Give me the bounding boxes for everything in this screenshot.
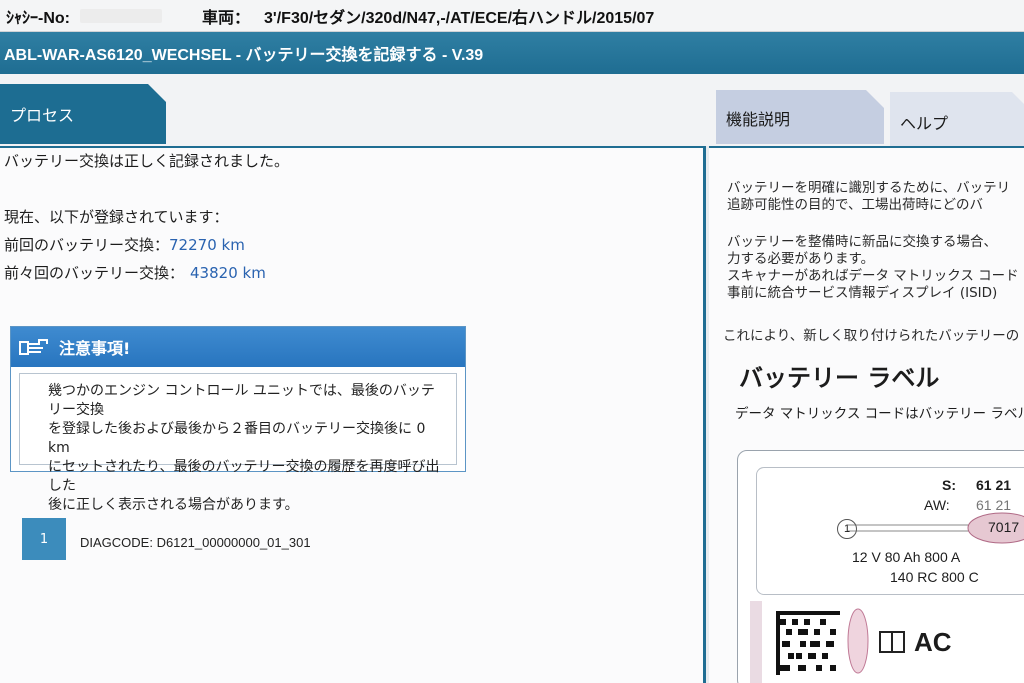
tab-row: プロセス 機能説明 ヘルプ bbox=[0, 74, 1024, 148]
description-line: バッテリーを整備時に新品に交換する場合、 bbox=[727, 234, 997, 250]
tab-help-label: ヘルプ bbox=[900, 114, 949, 133]
notice-title: 注意事項! bbox=[59, 339, 131, 358]
before-previous-replacement-label: 前々回のバッテリー交換： bbox=[4, 264, 185, 282]
description-line: 力する必要があります。 bbox=[727, 251, 875, 267]
description-line: スキャナーがあればデータ マトリックス コード bbox=[727, 268, 1019, 284]
vehicle-label: 車両： bbox=[202, 9, 251, 27]
battery-brand-partial: AC bbox=[914, 627, 952, 657]
notice-line: にセットされたり、最後のバッテリー交換の履歴を再度呼び出した bbox=[48, 459, 440, 494]
description-line: 追跡可能性の目的で、工場出荷時にどのバ bbox=[727, 197, 983, 213]
description-line: バッテリーを明確に識別するために、バッテリ bbox=[727, 180, 1011, 196]
figure-s-label: S: bbox=[942, 477, 956, 493]
figure-oval-value: 7017 bbox=[988, 519, 1020, 535]
vehicle-value: 3'/F30/セダン/320d/N47,-/AT/ECE/右ハンドル/2015/… bbox=[264, 9, 655, 27]
figure-s-value: 61 21 bbox=[976, 477, 1012, 493]
step-number-badge: 1 bbox=[22, 518, 66, 560]
notice-line: 幾つかのエンジン コントロール ユニットでは、最後のバッテリー交換 bbox=[48, 383, 435, 418]
before-previous-replacement-row: 前々回のバッテリー交換： 43820 km bbox=[4, 262, 266, 283]
book-icon bbox=[879, 631, 905, 653]
pointing-hand-icon bbox=[19, 339, 48, 355]
previous-replacement-row: 前回のバッテリー交換：72270 km bbox=[4, 234, 245, 255]
data-matrix-code-icon bbox=[750, 601, 869, 683]
vehicle-info-bar: ｼｬｼｰ-No: 車両： 3'/F30/セダン/320d/N47,-/AT/EC… bbox=[0, 0, 1024, 32]
tab-function-description[interactable]: 機能説明 bbox=[716, 90, 884, 144]
process-panel: バッテリー交換は正しく記録されました。 現在、以下が登録されています： 前回のバ… bbox=[0, 146, 706, 683]
battery-label-heading: バッテリー ラベル bbox=[739, 364, 940, 392]
figure-callout-number: 1 bbox=[837, 519, 857, 539]
battery-label-subtext: データ マトリックス コードはバッテリー ラベル bbox=[735, 406, 1024, 422]
previous-replacement-label: 前回のバッテリー交換： bbox=[4, 236, 170, 254]
previous-replacement-value: 72270 km bbox=[169, 236, 245, 254]
notice-box: 注意事項! 幾つかのエンジン コントロール ユニットでは、最後のバッテリー交換 … bbox=[10, 326, 466, 513]
tab-process-label: プロセス bbox=[10, 106, 75, 125]
diagcode-text: DIAGCODE: D6121_00000000_01_301 bbox=[80, 535, 311, 550]
tab-function-description-label: 機能説明 bbox=[726, 110, 791, 129]
notice-body: 幾つかのエンジン コントロール ユニットでは、最後のバッテリー交換 を登録した後… bbox=[19, 373, 457, 513]
description-line: 事前に統合サービス情報ディスプレイ (ISID) bbox=[727, 285, 998, 301]
registered-intro: 現在、以下が登録されています： bbox=[4, 208, 229, 226]
function-description-panel: バッテリーを明確に識別するために、バッテリ 追跡可能性の目的で、工場出荷時にどの… bbox=[709, 146, 1024, 683]
tab-help[interactable]: ヘルプ bbox=[890, 92, 1024, 148]
notice-line: 後に正しく表示される場合があります。 bbox=[48, 497, 299, 513]
status-message: バッテリー交換は正しく記録されました。 bbox=[4, 152, 290, 170]
chassis-label: ｼｬｼｰ-No: bbox=[6, 9, 70, 27]
before-previous-replacement-value: 43820 km bbox=[190, 264, 266, 282]
notice-line: を登録した後および最後から２番目のバッテリー交換後に 0 km bbox=[48, 421, 426, 456]
notice-header: 注意事項! bbox=[11, 327, 465, 367]
chassis-number-redacted bbox=[80, 8, 162, 23]
tab-process[interactable]: プロセス bbox=[0, 84, 166, 144]
figure-spec-line: 140 RC 800 C bbox=[890, 569, 979, 585]
window-title: ABL-WAR-AS6120_WECHSEL - バッテリー交換を記録する - … bbox=[4, 47, 484, 64]
figure-spec-line: 12 V 80 Ah 800 A bbox=[852, 549, 961, 565]
battery-label-figure: S: 61 21 AW: 61 21 1 7017 12 V 80 Ah 800… bbox=[737, 450, 1024, 683]
window-title-bar: ABL-WAR-AS6120_WECHSEL - バッテリー交換を記録する - … bbox=[0, 32, 1024, 74]
description-line: これにより、新しく取り付けられたバッテリーの bbox=[723, 328, 1020, 344]
